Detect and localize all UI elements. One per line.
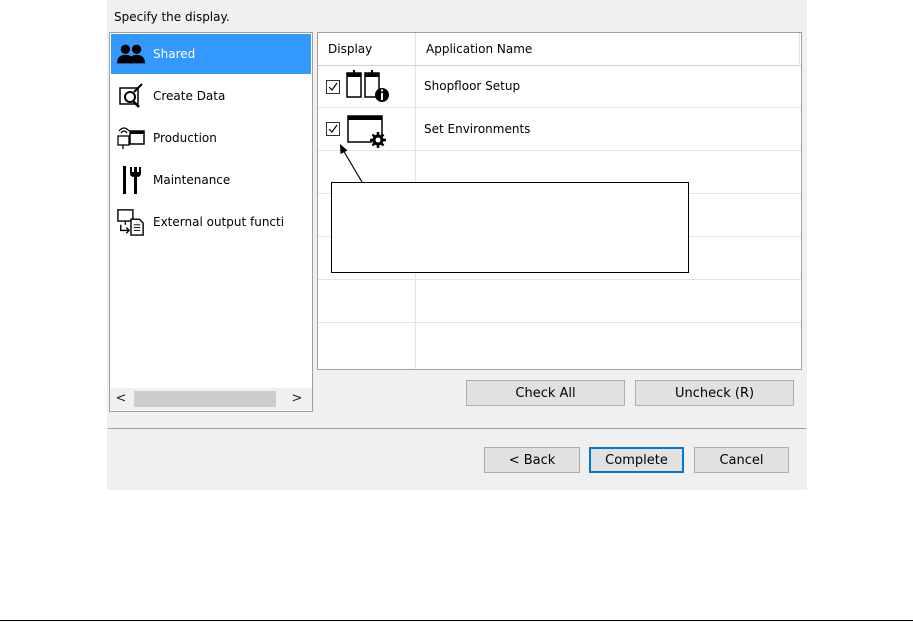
page-bottom-rule <box>0 620 913 621</box>
callout-box <box>331 182 689 273</box>
callout-arrow <box>340 144 363 183</box>
